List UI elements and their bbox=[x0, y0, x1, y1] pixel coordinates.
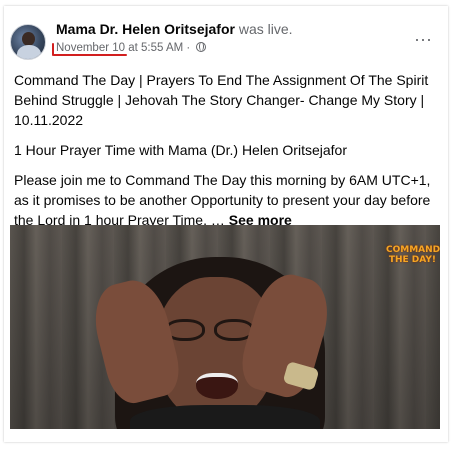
post-date[interactable]: November 10 bbox=[51, 42, 128, 56]
post-body-text: Please join me to Command The Day this m… bbox=[14, 172, 431, 228]
post-text: Command The Day | Prayers To End The Ass… bbox=[14, 70, 436, 240]
post-header: Mama Dr. Helen Oritsejafor was live. Nov… bbox=[10, 20, 440, 64]
avatar[interactable] bbox=[10, 24, 46, 60]
avatar-face bbox=[22, 32, 35, 46]
post-time: at 5:55 AM · bbox=[125, 42, 191, 54]
speaker-mouth bbox=[196, 373, 238, 399]
badge-line-2: THE DAY! bbox=[388, 255, 436, 265]
post-action: was live. bbox=[238, 21, 293, 37]
badge-line-1: COMMAND bbox=[386, 245, 440, 255]
avatar-body bbox=[17, 45, 41, 59]
post-subtitle: 1 Hour Prayer Time with Mama (Dr.) Helen… bbox=[14, 142, 347, 158]
post-title: Command The Day | Prayers To End The Ass… bbox=[14, 72, 429, 128]
post-body: Please join me to Command The Day this m… bbox=[14, 170, 436, 230]
live-video[interactable]: COMMAND THE DAY! bbox=[10, 225, 440, 429]
globe-icon bbox=[196, 42, 207, 52]
speaker-shirt bbox=[130, 405, 320, 429]
command-the-day-badge: COMMAND THE DAY! bbox=[386, 245, 440, 265]
post-author-line: Mama Dr. Helen Oritsejafor was live. bbox=[56, 21, 293, 37]
post-meta: November 10 at 5:55 AM · bbox=[51, 42, 207, 56]
author-name[interactable]: Mama Dr. Helen Oritsejafor bbox=[56, 21, 235, 37]
more-icon[interactable]: ··· bbox=[414, 30, 432, 48]
